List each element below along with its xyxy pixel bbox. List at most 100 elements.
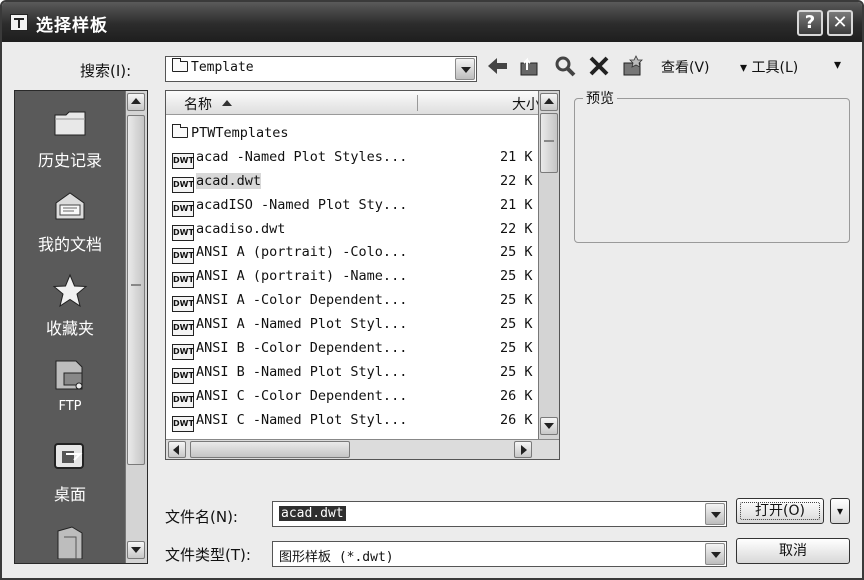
file-scroll-thumb[interactable] [540,113,558,173]
search-label: 搜索(I): [80,62,132,80]
file-scroll-up-button[interactable] [540,93,558,111]
folder-icon [172,124,188,138]
search-web-icon[interactable] [553,54,577,78]
filetype-value: 图形样板 (*.dwt) [279,550,394,565]
close-button[interactable]: ✕ [827,10,853,36]
filetype-combo[interactable]: 图形样板 (*.dwt) [272,541,727,567]
place-label: 我的文档 [37,235,102,254]
search-location-combo[interactable]: Template [165,56,477,82]
file-name-cell: DWT ANSI A -Color Dependent... [172,292,408,313]
search-dropdown-button[interactable] [455,58,475,80]
file-name-text: ANSI B -Named Plot Styl... [196,363,408,380]
grip-lines [131,284,141,286]
preview-panel: 预览 [574,88,850,243]
file-name-text: acad -Named Plot Styles... [196,148,408,165]
places-scroll-down-button[interactable] [127,541,145,559]
filename-value[interactable]: acad.dwt [279,506,346,521]
dwt-file-icon: DWT [172,200,194,217]
filename-combo[interactable]: acad.dwt [272,501,727,527]
places-scrollbar[interactable] [125,91,147,563]
dwt-file-icon: DWT [172,152,194,169]
file-list-vscrollbar[interactable] [538,91,559,439]
file-name-cell: DWT ANSI B -Named Plot Styl... [172,364,407,384]
filename-dropdown-button[interactable] [705,503,725,525]
file-name-text: acad.dwt [196,172,262,189]
file-row[interactable]: DWT acad -Named Plot Styles... 21 K [166,147,538,171]
file-list-header: 名称 大小 [166,91,540,115]
dwt-file-icon: DWT [172,344,194,361]
focus-ring [740,502,820,520]
file-scroll-down-button[interactable] [540,417,558,435]
column-name-header[interactable]: 名称 [184,94,232,114]
place-label: 桌面 [53,485,86,504]
file-size-cell: 25 K [500,268,533,285]
file-name-cell: DWT ANSI B -Color Dependent... [172,340,407,361]
back-icon[interactable] [486,54,510,78]
file-size-cell: 21 K [500,196,533,213]
window-title: 选择样板 [36,16,108,36]
file-row[interactable]: DWT ANSI B -Color Dependent... 25 K [166,338,538,362]
new-folder-icon[interactable] [621,54,645,78]
file-name-cell: DWT acadISO -Named Plot Sty... [172,197,407,217]
dwt-file-icon: DWT [172,272,194,289]
file-size-cell: 22 K [500,220,533,237]
tools-menu[interactable]: ▾ 工具(L) [740,57,798,77]
file-scroll-right-button[interactable] [514,441,532,458]
file-row[interactable]: DWT ANSI A -Color Dependent... 25 K [166,290,538,314]
help-button[interactable]: ? [797,10,823,36]
file-row[interactable]: DWT ANSI B -Named Plot Styl... 25 K [166,362,538,386]
file-size-cell: 25 K [500,316,533,333]
file-size-cell: 26 K [500,411,533,428]
file-name-cell: DWT ANSI C -Color Dependent... [172,388,407,408]
file-row[interactable]: DWT ANSI C -Color Dependent... 26 K [166,386,538,410]
desktop-icon [52,439,88,475]
file-size-cell: 26 K [500,387,533,404]
up-folder-icon[interactable] [518,54,542,78]
file-size-cell: 21 K [500,148,533,165]
folder-icon [172,58,188,72]
file-row[interactable]: DWT ANSI A -Named Plot Styl... 25 K [166,314,538,338]
delete-icon[interactable] [587,54,611,78]
place-my-documents[interactable]: 我的文档 [15,189,125,255]
file-name-text: ANSI A -Color Dependent... [196,292,408,309]
file-row[interactable]: DWT ANSI C -Named Plot Styl... 26 K [166,410,538,434]
search-location-value: Template [172,58,254,75]
place-desktop[interactable]: 桌面 [15,439,125,505]
file-row[interactable]: DWT ANSI A (portrait) -Colo... 25 K [166,242,538,266]
file-name-text: ANSI A -Named Plot Styl... [196,316,408,333]
file-row[interactable]: DWT acadISO -Named Plot Sty... 21 K [166,195,538,219]
file-size-cell: 25 K [500,244,533,261]
title-bar[interactable]: 选择样板 ? ✕ [2,2,862,42]
file-name-cell: DWT acad.dwt [172,172,262,193]
dwt-file-icon: DWT [172,415,194,432]
dwt-file-icon: DWT [172,391,194,408]
place-more[interactable] [15,523,125,560]
place-favorites[interactable]: 收藏夹 [15,273,125,339]
column-name-label: 名称 [184,97,212,113]
cancel-button[interactable]: 取消 [736,538,850,564]
file-row[interactable]: DWT acad.dwt 22 K [166,171,538,195]
column-size-header[interactable]: 大小 [512,94,540,114]
filetype-dropdown-button[interactable] [705,543,725,565]
places-scroll-thumb[interactable] [127,115,145,465]
places-scroll-up-button[interactable] [127,93,145,111]
column-separator[interactable] [417,95,418,111]
view-menu[interactable]: 查看(V) [661,57,710,77]
file-size-cell: 25 K [500,363,533,380]
file-row[interactable]: DWT ANSI A (portrait) -Name... 25 K [166,266,538,290]
file-row[interactable]: DWT acadiso.dwt 22 K [166,219,538,243]
toolbar-overflow-button[interactable]: ▾ [834,57,841,73]
file-hscroll-thumb[interactable] [190,441,350,458]
sort-ascending-icon [222,100,232,106]
file-row[interactable]: PTWTemplates [166,123,538,147]
file-scroll-left-button[interactable] [168,441,186,458]
file-list-hscrollbar[interactable] [166,439,559,459]
file-list[interactable]: 名称 大小 PTWTemplates DWT acad -Named Plot St… [165,90,560,460]
filename-text: acad.dwt [279,506,346,521]
dwt-file-icon: DWT [172,176,194,193]
open-options-button[interactable]: ▾ [830,498,850,524]
place-ftp[interactable]: FTP [15,357,125,414]
dwt-file-icon: DWT [172,296,194,313]
open-button[interactable]: 打开(O) [736,498,824,524]
place-history[interactable]: 历史记录 [15,105,125,171]
